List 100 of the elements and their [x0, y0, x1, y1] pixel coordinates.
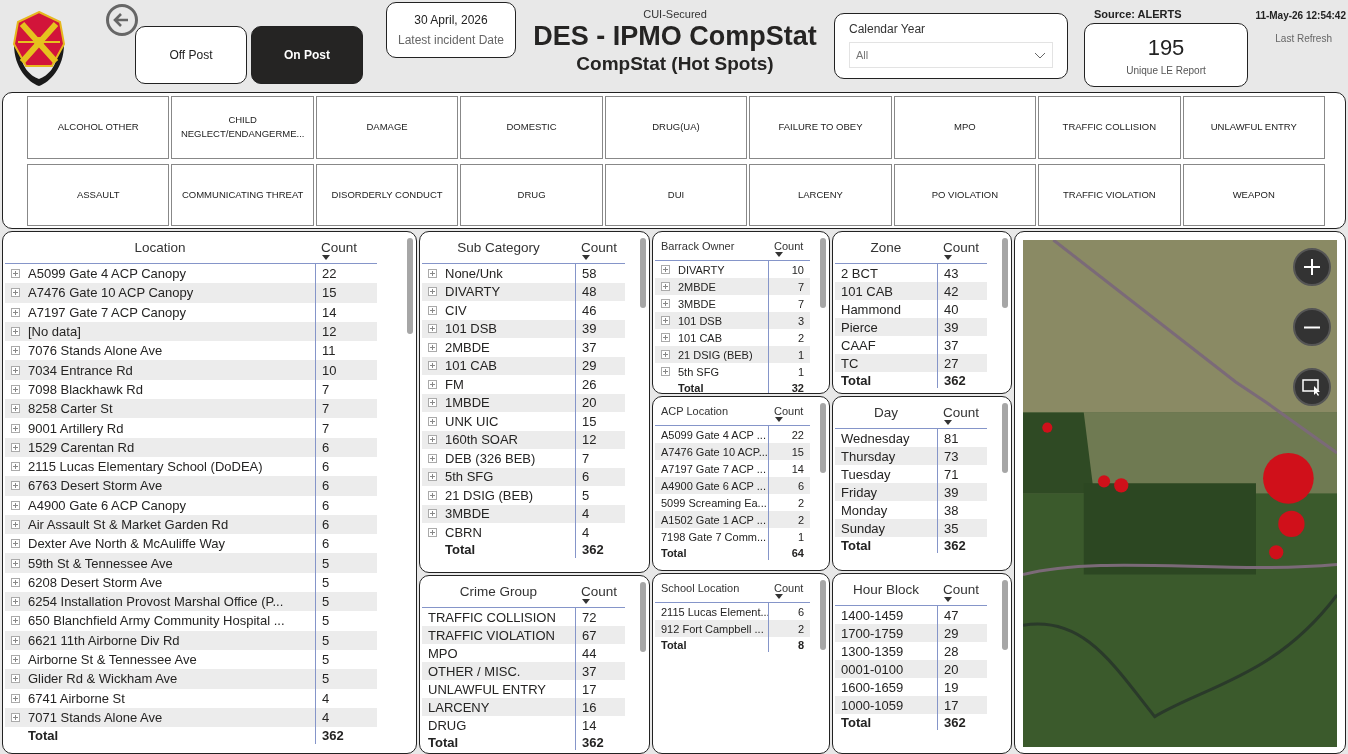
expand-icon[interactable] — [11, 635, 20, 645]
column-header[interactable]: Count — [768, 399, 810, 425]
expand-icon[interactable] — [11, 693, 20, 703]
scrollbar[interactable] — [820, 403, 826, 473]
expand-icon[interactable] — [428, 305, 437, 315]
expand-icon[interactable] — [11, 404, 20, 414]
offense-tile[interactable]: DRUG(UA) — [604, 96, 748, 159]
expand-icon[interactable] — [11, 539, 20, 549]
expand-icon[interactable] — [11, 558, 20, 568]
scrollbar[interactable] — [640, 582, 646, 652]
expand-icon[interactable] — [11, 655, 20, 665]
expand-icon[interactable] — [11, 307, 20, 317]
expand-icon[interactable] — [11, 481, 20, 491]
offense-tile[interactable]: DRUG — [460, 163, 603, 226]
offense-tile[interactable]: MPO — [893, 96, 1037, 159]
expand-icon[interactable] — [11, 384, 20, 394]
expand-icon[interactable] — [428, 509, 437, 519]
total-label: Total — [677, 380, 705, 393]
filter-toggle[interactable]: Off Post — [135, 26, 247, 84]
expand-icon[interactable] — [11, 577, 20, 587]
offense-tile[interactable]: ALCOHOL OTHER — [27, 96, 170, 159]
offense-tile[interactable]: CHILD NEGLECT/ENDANGERME... — [171, 96, 314, 159]
expand-icon[interactable] — [11, 520, 20, 529]
expand-icon[interactable] — [661, 299, 670, 308]
offense-tile[interactable]: DOMESTIC — [460, 96, 603, 159]
expand-icon[interactable] — [661, 265, 670, 274]
expand-icon[interactable] — [428, 416, 437, 426]
column-header[interactable]: Count — [768, 576, 810, 602]
column-header[interactable]: Count — [315, 234, 377, 263]
column-header[interactable]: Zone — [835, 234, 937, 263]
expand-icon[interactable] — [428, 398, 437, 408]
scrollbar[interactable] — [407, 238, 413, 334]
scrollbar[interactable] — [1002, 238, 1008, 308]
expand-icon[interactable] — [11, 712, 20, 722]
column-header[interactable]: ACP Location — [655, 399, 768, 425]
column-header[interactable]: Count — [937, 234, 987, 263]
column-header[interactable]: Day — [835, 399, 937, 428]
column-header[interactable]: Count — [768, 234, 810, 260]
scrollbar[interactable] — [820, 580, 826, 650]
expand-icon[interactable] — [11, 616, 20, 626]
sort-descending-icon — [943, 420, 953, 426]
expand-icon[interactable] — [11, 346, 20, 356]
expand-icon[interactable] — [11, 288, 20, 298]
offense-tile[interactable]: PO VIOLATION — [893, 163, 1037, 226]
offense-tile[interactable]: DAMAGE — [315, 96, 459, 159]
scrollbar[interactable] — [820, 238, 826, 308]
expand-icon[interactable] — [661, 282, 670, 291]
expand-icon[interactable] — [428, 361, 437, 371]
offense-tile[interactable]: FAILURE TO OBEY — [749, 96, 892, 159]
scrollbar[interactable] — [1002, 403, 1008, 473]
expand-icon[interactable] — [428, 342, 437, 352]
offense-tile[interactable]: TRAFFIC COLLISION — [1038, 96, 1181, 159]
column-header[interactable]: Location — [5, 234, 315, 263]
expand-icon[interactable] — [11, 462, 20, 472]
column-header[interactable]: Barrack Owner — [655, 234, 768, 260]
column-header[interactable]: Sub Category — [422, 234, 575, 263]
column-header[interactable]: Crime Group — [422, 578, 575, 607]
offense-tile[interactable]: ASSAULT — [27, 163, 170, 226]
expand-icon[interactable] — [661, 333, 670, 342]
filter-toggle[interactable]: On Post — [251, 26, 363, 84]
offense-tile[interactable]: COMMUNICATING THREAT — [171, 163, 314, 226]
table-cell: 12 — [315, 321, 377, 342]
offense-tile[interactable]: TRAFFIC VIOLATION — [1038, 163, 1181, 226]
offense-tile[interactable]: DUI — [604, 163, 748, 226]
table-cell: 35 — [937, 519, 987, 537]
scrollbar[interactable] — [640, 238, 646, 308]
expand-icon[interactable] — [428, 472, 437, 482]
offense-tile[interactable]: WEAPON — [1182, 163, 1325, 226]
expand-icon[interactable] — [428, 453, 437, 463]
expand-icon[interactable] — [11, 269, 20, 279]
expand-icon[interactable] — [428, 490, 437, 500]
expand-icon[interactable] — [428, 324, 437, 334]
offense-tile[interactable]: LARCENY — [749, 163, 892, 226]
expand-icon[interactable] — [11, 500, 20, 510]
expand-icon[interactable] — [428, 527, 437, 537]
expand-icon[interactable] — [428, 435, 437, 445]
expand-icon[interactable] — [11, 674, 20, 684]
total-label: Total — [444, 541, 477, 558]
offense-tile[interactable]: UNLAWFUL ENTRY — [1182, 96, 1325, 159]
expand-icon[interactable] — [11, 442, 20, 452]
expand-icon[interactable] — [11, 597, 20, 607]
column-header[interactable]: Count — [575, 578, 625, 607]
year-dropdown[interactable]: All — [849, 42, 1053, 68]
expand-icon[interactable] — [428, 287, 437, 297]
column-header[interactable]: School Location — [655, 576, 768, 602]
expand-icon[interactable] — [428, 379, 437, 389]
expand-icon[interactable] — [661, 367, 670, 376]
expand-icon[interactable] — [661, 316, 670, 325]
offense-tile[interactable]: DISORDERLY CONDUCT — [315, 163, 459, 226]
column-header[interactable]: Count — [937, 576, 987, 605]
expand-icon[interactable] — [428, 268, 437, 278]
expand-icon[interactable] — [661, 350, 670, 359]
expand-icon[interactable] — [11, 327, 20, 337]
column-header[interactable]: Count — [937, 399, 987, 428]
scrollbar[interactable] — [1002, 580, 1008, 650]
expand-icon[interactable] — [11, 365, 20, 375]
table-cell: MPO — [428, 645, 458, 661]
column-header[interactable]: Count — [575, 234, 625, 263]
column-header[interactable]: Hour Block — [835, 576, 937, 605]
expand-icon[interactable] — [11, 423, 20, 433]
